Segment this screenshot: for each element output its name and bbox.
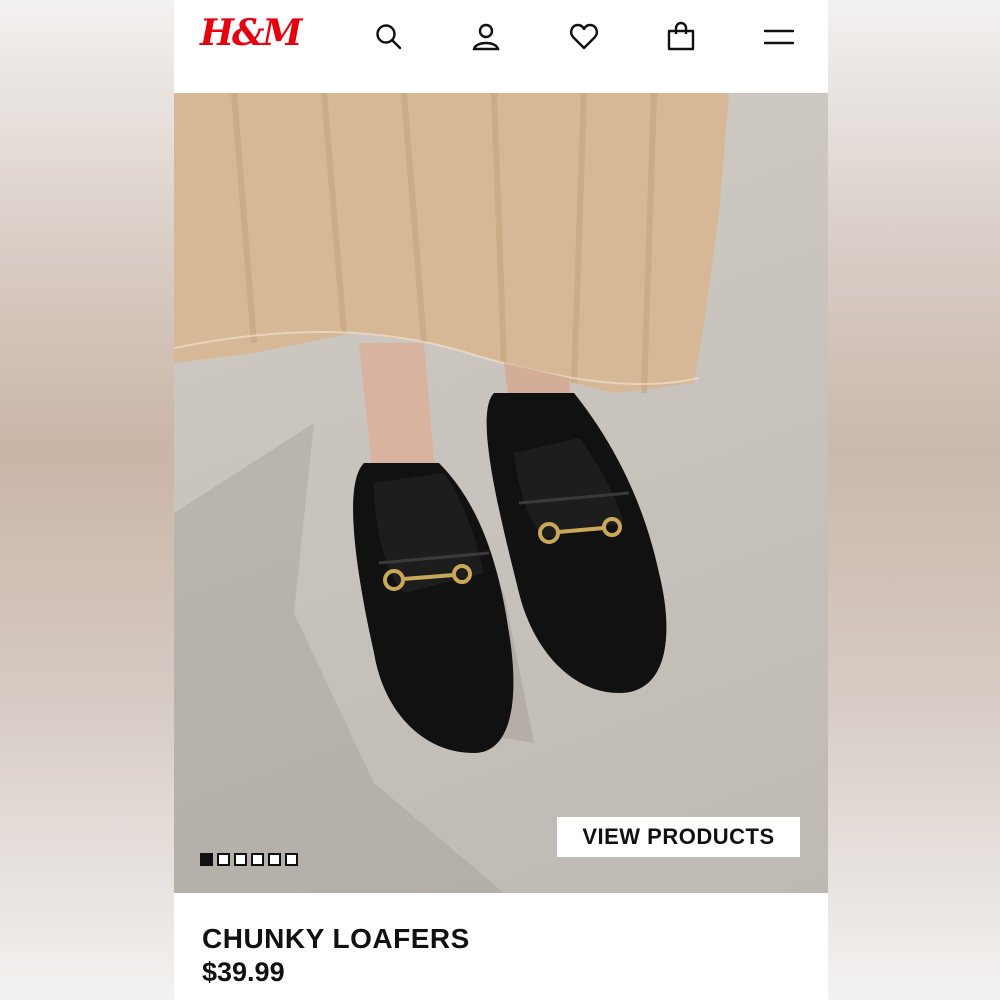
carousel-indicators <box>200 853 298 866</box>
product-info: CHUNKY LOAFERS $39.99 <box>174 893 828 1000</box>
product-name[interactable]: CHUNKY LOAFERS <box>202 923 470 955</box>
mobile-page: H&M VIEW PRODUCTS CHUNKY LOAFERS $39.99 <box>174 0 828 1000</box>
background-blur-right <box>828 0 1000 1000</box>
carousel-dot[interactable] <box>217 853 230 866</box>
product-price: $39.99 <box>202 957 285 987</box>
view-products-button[interactable]: VIEW PRODUCTS <box>557 817 800 857</box>
header: H&M <box>174 0 828 93</box>
hero-banner[interactable]: VIEW PRODUCTS <box>174 93 828 893</box>
carousel-dot[interactable] <box>251 853 264 866</box>
carousel-dot[interactable] <box>234 853 247 866</box>
background-blur-left <box>0 0 174 1000</box>
carousel-dot[interactable] <box>268 853 281 866</box>
hero-image <box>174 93 729 893</box>
carousel-dot[interactable] <box>200 853 213 866</box>
menu-icon[interactable] <box>759 17 799 57</box>
heart-icon[interactable] <box>564 17 604 57</box>
carousel-dot[interactable] <box>285 853 298 866</box>
brand-logo[interactable]: H&M <box>200 12 302 54</box>
shopping-bag-icon[interactable] <box>661 17 701 57</box>
search-icon[interactable] <box>369 17 409 57</box>
account-icon[interactable] <box>466 17 506 57</box>
